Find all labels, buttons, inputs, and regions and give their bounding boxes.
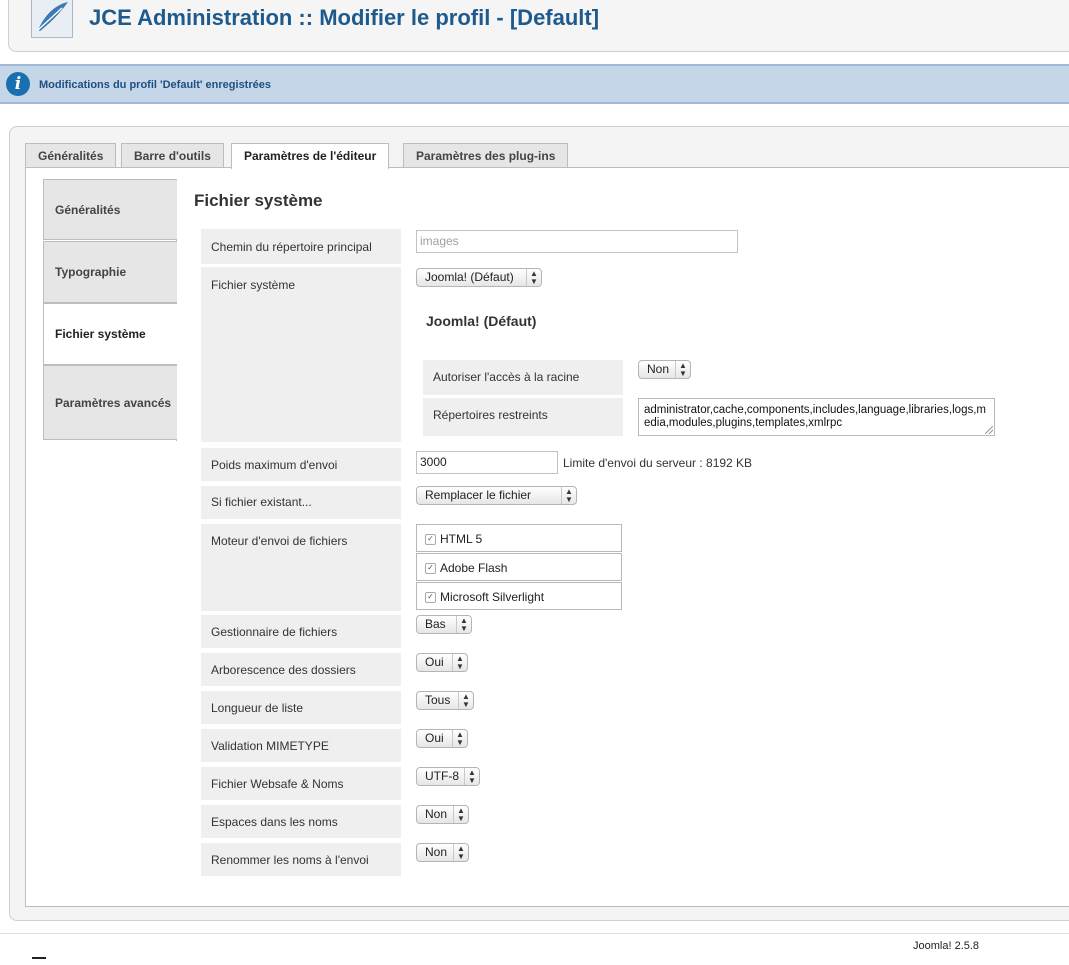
side-tab-typographie[interactable]: Typographie: [43, 241, 177, 303]
label-mimetype: Validation MIMETYPE: [201, 729, 401, 762]
label-websafe: Fichier Websafe & Noms: [201, 767, 401, 800]
upload-limit-text: Limite d'envoi du serveur : 8192 KB: [563, 456, 753, 470]
info-icon: i: [6, 72, 30, 96]
select-arrows-icon: ▲ ▼: [453, 844, 468, 861]
footer-mark: [32, 957, 46, 959]
feather-logo-icon: [31, 0, 73, 38]
select-arrows-icon: ▲ ▼: [452, 654, 467, 671]
label-upload-engine: Moteur d'envoi de fichiers: [201, 524, 401, 611]
label-spaces: Espaces dans les noms: [201, 805, 401, 838]
select-arrows-icon: ▲ ▼: [464, 768, 479, 785]
restricted-dirs-textarea[interactable]: administrator,cache,components,includes,…: [638, 398, 995, 436]
list-length-select[interactable]: Tous ▲ ▼: [416, 691, 474, 710]
page-title: JCE Administration :: Modifier le profil…: [89, 5, 600, 30]
spaces-select[interactable]: Non ▲ ▼: [416, 805, 469, 824]
label-root-dir: Chemin du répertoire principal: [201, 229, 401, 264]
select-arrows-icon: ▲ ▼: [453, 806, 468, 823]
label-rename: Renommer les noms à l'envoi: [201, 843, 401, 876]
resize-handle-icon[interactable]: [985, 426, 993, 434]
label-folder-tree: Arborescence des dossiers: [201, 653, 401, 686]
section-title: Fichier système: [194, 191, 323, 210]
file-manager-select[interactable]: Bas ▲ ▼: [416, 615, 472, 634]
side-tab-generalites[interactable]: Généralités: [43, 179, 177, 240]
file-exists-select[interactable]: Remplacer le fichier ▲ ▼: [416, 486, 577, 505]
label-list-length: Longueur de liste: [201, 691, 401, 724]
footer-divider: [0, 933, 1069, 934]
upload-engine-flash[interactable]: ✓ Adobe Flash: [416, 553, 622, 581]
message-text: Modifications du profil 'Default' enregi…: [39, 79, 271, 91]
select-arrows-icon: ▲ ▼: [526, 269, 541, 286]
mimetype-select[interactable]: Oui ▲ ▼: [416, 729, 468, 748]
tab-barre-outils[interactable]: Barre d'outils: [121, 143, 224, 168]
filesystem-subtitle: Joomla! (Défaut): [426, 313, 537, 329]
tab-parametres-plugins[interactable]: Paramètres des plug-ins: [403, 143, 569, 168]
label-filesystem: Fichier système: [201, 267, 401, 442]
message-bar: i Modifications du profil 'Default' enre…: [0, 64, 1069, 104]
websafe-select[interactable]: UTF-8 ▲ ▼: [416, 767, 480, 786]
select-arrows-icon: ▲ ▼: [561, 487, 576, 504]
upload-engine-html5[interactable]: ✓ HTML 5: [416, 524, 622, 552]
checkbox-checked-icon[interactable]: ✓: [425, 563, 436, 574]
label-file-exists: Si fichier existant...: [201, 486, 401, 519]
tab-parametres-editeur[interactable]: Paramètres de l'éditeur: [231, 143, 390, 169]
select-arrows-icon: ▲ ▼: [675, 361, 690, 378]
label-file-manager: Gestionnaire de fichiers: [201, 615, 401, 648]
max-upload-input[interactable]: 3000: [416, 451, 558, 474]
label-allow-root: Autoriser l'accès à la racine: [423, 360, 623, 395]
side-tab-parametres-avances[interactable]: Paramètres avancés: [43, 365, 177, 440]
checkbox-checked-icon[interactable]: ✓: [425, 534, 436, 545]
upload-engine-silverlight[interactable]: ✓ Microsoft Silverlight: [416, 582, 622, 610]
select-arrows-icon: ▲ ▼: [458, 692, 473, 709]
footer-version: Joomla! 2.5.8: [913, 940, 980, 952]
folder-tree-select[interactable]: Oui ▲ ▼: [416, 653, 468, 672]
header-bar: JCE Administration :: Modifier le profil…: [8, 0, 1069, 52]
root-dir-input[interactable]: images: [416, 230, 738, 253]
rename-select[interactable]: Non ▲ ▼: [416, 843, 469, 862]
side-tab-fichier-systeme[interactable]: Fichier système: [43, 303, 177, 365]
filesystem-select[interactable]: Joomla! (Défaut) ▲ ▼: [416, 268, 542, 287]
tab-generalites[interactable]: Généralités: [25, 143, 117, 168]
label-restricted-dirs: Répertoires restreints: [423, 398, 623, 436]
select-arrows-icon: ▲ ▼: [452, 730, 467, 747]
allow-root-select[interactable]: Non ▲ ▼: [638, 360, 691, 379]
checkbox-checked-icon[interactable]: ✓: [425, 592, 436, 603]
label-max-upload: Poids maximum d'envoi: [201, 448, 401, 481]
select-arrows-icon: ▲ ▼: [456, 616, 471, 633]
